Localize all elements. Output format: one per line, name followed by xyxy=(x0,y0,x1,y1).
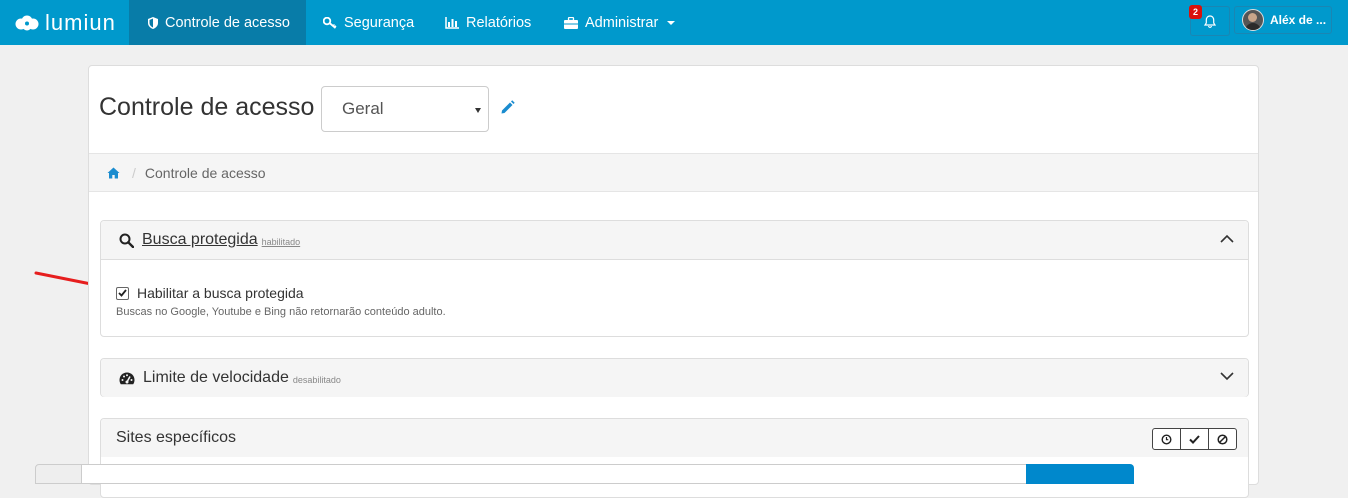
chevron-down-icon xyxy=(667,20,676,25)
filter-time-button[interactable] xyxy=(1153,429,1180,449)
breadcrumb-separator: / xyxy=(132,164,136,181)
speed-limit-panel-header[interactable]: Limite de velocidade desabilitado xyxy=(101,359,1248,397)
search-icon xyxy=(119,233,134,248)
user-menu-button[interactable]: Aléx de ... xyxy=(1234,6,1332,34)
nav-controle-de-acesso[interactable]: Controle de acesso xyxy=(129,0,306,45)
chevron-up-icon[interactable] xyxy=(1220,234,1234,243)
filter-blocked-button[interactable] xyxy=(1208,429,1236,449)
safe-search-checkbox[interactable] xyxy=(116,286,129,300)
nav-relatorios[interactable]: Relatórios xyxy=(445,0,531,45)
safe-search-status: habilitado xyxy=(261,237,301,247)
checkmark-icon xyxy=(118,289,127,297)
nav-label: Segurança xyxy=(344,14,415,31)
shield-icon xyxy=(148,16,158,29)
chevron-down-icon xyxy=(475,108,481,113)
specific-sites-panel-header: Sites específicos xyxy=(101,419,1248,457)
brand-logo[interactable]: lumiun xyxy=(14,0,124,45)
main-panel: Controle de acesso Geral / Controle de a… xyxy=(88,65,1259,498)
home-icon[interactable] xyxy=(107,167,120,179)
filter-allowed-button[interactable] xyxy=(1180,429,1208,449)
site-input[interactable] xyxy=(81,464,1027,484)
nav-label: Administrar xyxy=(585,14,659,31)
check-icon xyxy=(1189,434,1200,444)
breadcrumb-current: Controle de acesso xyxy=(144,164,266,181)
safe-search-panel-header[interactable]: Busca protegida habilitado xyxy=(101,221,1248,260)
notifications-button[interactable]: 2 xyxy=(1189,5,1230,36)
speed-limit-status: desabilitado xyxy=(292,375,341,385)
site-input-addon xyxy=(35,464,82,484)
nav-label: Controle de acesso xyxy=(165,14,290,31)
user-name: Aléx de ... xyxy=(1270,13,1327,27)
safe-search-option: Habilitar a busca protegida xyxy=(116,285,304,301)
breadcrumb: / Controle de acesso xyxy=(89,153,1258,192)
nav-seguranca[interactable]: Segurança xyxy=(323,0,414,45)
cloud-logo-icon xyxy=(15,15,39,30)
speed-limit-title[interactable]: Limite de velocidade xyxy=(143,369,289,387)
top-navbar: lumiun Controle de acesso Segurança Rela… xyxy=(0,0,1348,45)
safe-search-title[interactable]: Busca protegida xyxy=(142,231,258,249)
profile-select[interactable]: Geral xyxy=(321,86,489,132)
safe-search-panel: Busca protegida habilitado Habilitar a b… xyxy=(100,220,1249,337)
bar-chart-icon xyxy=(445,16,459,29)
nav-administrar[interactable]: Administrar xyxy=(564,0,676,45)
briefcase-icon xyxy=(564,16,578,29)
avatar xyxy=(1242,9,1264,31)
bell-icon xyxy=(1204,14,1216,28)
safe-search-panel-body: Habilitar a busca protegida Buscas no Go… xyxy=(101,260,1248,337)
profile-select-value: Geral xyxy=(342,99,384,118)
specific-sites-title: Sites específicos xyxy=(116,429,237,446)
notification-count-badge: 2 xyxy=(1189,5,1202,19)
safe-search-checkbox-label[interactable]: Habilitar a busca protegida xyxy=(137,285,304,301)
ban-icon xyxy=(1217,433,1228,445)
clock-icon xyxy=(1161,433,1172,445)
nav-label: Relatórios xyxy=(466,14,532,31)
key-icon xyxy=(323,16,337,29)
pencil-icon[interactable] xyxy=(500,100,515,115)
site-filter-button-group xyxy=(1152,428,1237,450)
safe-search-help-text: Buscas no Google, Youtube e Bing não ret… xyxy=(116,306,446,318)
speed-limit-panel: Limite de velocidade desabilitado xyxy=(100,358,1249,397)
page-title: Controle de acesso xyxy=(99,93,315,121)
brand-name: lumiun xyxy=(45,9,116,35)
dashboard-icon xyxy=(119,372,135,385)
add-site-button[interactable] xyxy=(1026,464,1134,484)
chevron-down-icon[interactable] xyxy=(1220,372,1234,381)
specific-sites-panel: Sites específicos xyxy=(100,418,1249,498)
